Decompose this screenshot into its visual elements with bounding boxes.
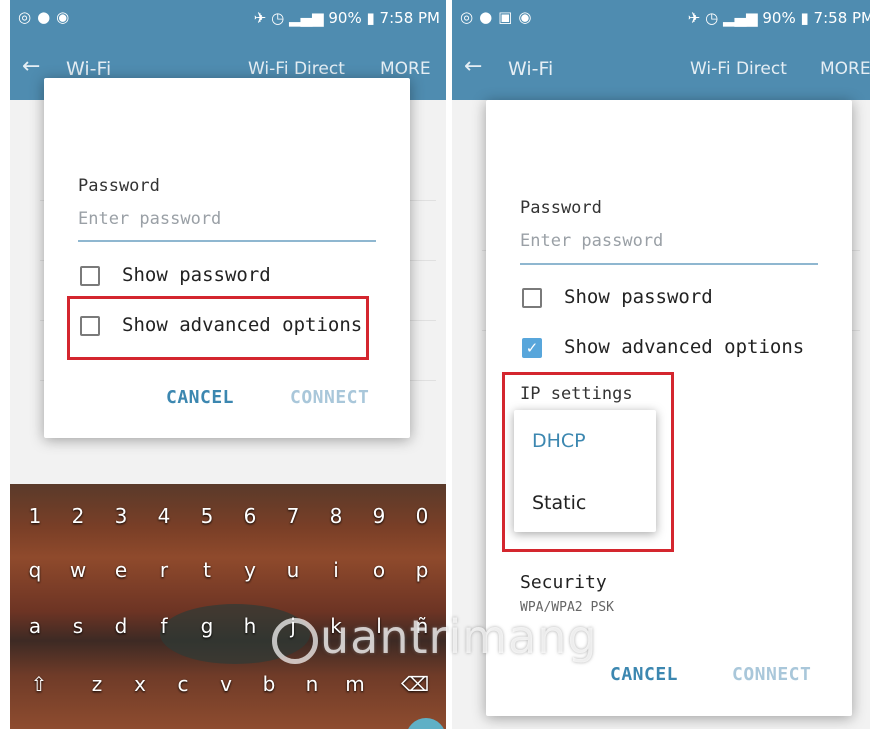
back-arrow-icon[interactable]: ←: [464, 54, 482, 79]
watermark-logo-icon: [272, 618, 318, 664]
mute-icon: ✈: [687, 9, 701, 27]
key[interactable]: n: [297, 672, 327, 696]
security-label: Security: [520, 572, 607, 593]
highlight-box: [502, 372, 674, 552]
key[interactable]: 7: [278, 504, 308, 528]
connect-button[interactable]: CONNECT: [732, 664, 811, 685]
backspace-icon[interactable]: ⌫: [400, 672, 430, 696]
show-advanced-checkbox[interactable]: ✓: [522, 338, 542, 358]
key[interactable]: t: [192, 558, 222, 582]
show-advanced-label[interactable]: Show advanced options: [564, 336, 804, 358]
battery-icon: ▮: [800, 9, 809, 27]
back-arrow-icon[interactable]: ←: [22, 54, 40, 79]
key[interactable]: i: [321, 558, 351, 582]
battery-percent: 90%: [762, 9, 796, 27]
key[interactable]: q: [20, 558, 50, 582]
key[interactable]: 2: [63, 504, 93, 528]
page-title: Wi-Fi: [66, 58, 112, 80]
key[interactable]: x: [125, 672, 155, 696]
password-underline: [78, 240, 376, 242]
show-password-checkbox[interactable]: [522, 288, 542, 308]
password-input[interactable]: Enter password: [520, 231, 663, 251]
notification-icons: ◎●▣◉: [460, 8, 538, 26]
show-password-label[interactable]: Show password: [564, 286, 713, 308]
key[interactable]: d: [106, 614, 136, 638]
alarm-icon: ◷: [705, 9, 719, 27]
clock: 7:58 PM: [379, 9, 440, 27]
show-password-checkbox[interactable]: [80, 266, 100, 286]
key[interactable]: a: [20, 614, 50, 638]
key[interactable]: m: [340, 672, 370, 696]
status-bar: ◎●◉ ✈ ◷ ▂▄▆ 90% ▮ 7:58 PM: [10, 0, 446, 36]
key[interactable]: p: [407, 558, 437, 582]
key[interactable]: o: [364, 558, 394, 582]
key[interactable]: 0: [407, 504, 437, 528]
key[interactable]: u: [278, 558, 308, 582]
key[interactable]: f: [149, 614, 179, 638]
alarm-icon: ◷: [271, 9, 285, 27]
battery-percent: 90%: [328, 9, 362, 27]
shift-icon[interactable]: ⇧: [24, 672, 54, 696]
key[interactable]: g: [192, 614, 222, 638]
battery-icon: ▮: [366, 9, 375, 27]
watermark: uantrimang: [320, 610, 598, 664]
wifi-password-dialog: Password Enter password Show password Sh…: [44, 78, 410, 438]
mute-icon: ✈: [253, 9, 267, 27]
more-button[interactable]: MORE: [820, 59, 870, 79]
password-input[interactable]: Enter password: [78, 209, 221, 229]
key[interactable]: 6: [235, 504, 265, 528]
page-title: Wi-Fi: [508, 58, 554, 80]
key[interactable]: 9: [364, 504, 394, 528]
clock: 7:58 PM: [813, 9, 870, 27]
key[interactable]: h: [235, 614, 265, 638]
key[interactable]: s: [63, 614, 93, 638]
signal-icon: ▂▄▆: [722, 9, 758, 27]
password-underline: [520, 263, 818, 265]
highlight-box: [67, 296, 369, 360]
password-label: Password: [520, 198, 602, 218]
keyboard: 1 2 3 4 5 6 7 8 9 0 q w e r t y u i o p …: [10, 484, 446, 729]
signal-icon: ▂▄▆: [288, 9, 324, 27]
show-password-label[interactable]: Show password: [122, 264, 271, 286]
cancel-button[interactable]: CANCEL: [610, 664, 678, 685]
status-bar: ◎●▣◉ ✈ ◷ ▂▄▆ 90% ▮ 7:58 PM: [452, 0, 870, 36]
key[interactable]: r: [149, 558, 179, 582]
wifi-direct-button[interactable]: Wi-Fi Direct: [690, 59, 787, 79]
connect-button[interactable]: CONNECT: [290, 387, 369, 408]
key[interactable]: z: [82, 672, 112, 696]
notification-icons: ◎●◉: [18, 8, 76, 26]
cancel-button[interactable]: CANCEL: [166, 387, 234, 408]
key[interactable]: v: [211, 672, 241, 696]
wifi-direct-button[interactable]: Wi-Fi Direct: [248, 59, 345, 79]
key[interactable]: 4: [149, 504, 179, 528]
key[interactable]: b: [254, 672, 284, 696]
password-label: Password: [78, 176, 160, 196]
key[interactable]: 3: [106, 504, 136, 528]
key[interactable]: 5: [192, 504, 222, 528]
key[interactable]: e: [106, 558, 136, 582]
key[interactable]: c: [168, 672, 198, 696]
app-bar: ← Wi-Fi Wi-Fi Direct MORE: [452, 36, 870, 100]
key[interactable]: w: [63, 558, 93, 582]
key[interactable]: 1: [20, 504, 50, 528]
more-button[interactable]: MORE: [380, 59, 431, 79]
key[interactable]: y: [235, 558, 265, 582]
key[interactable]: 8: [321, 504, 351, 528]
